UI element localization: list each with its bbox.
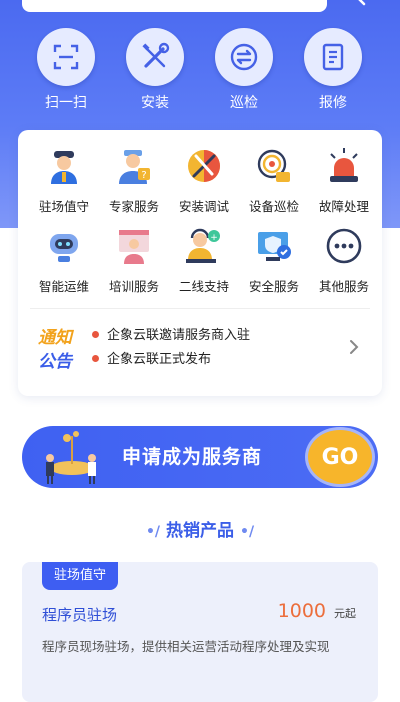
- chevron-right-icon[interactable]: [348, 338, 360, 356]
- service-label: 驻场值守: [38, 199, 89, 214]
- notice-text: 企象云联邀请服务商入驻: [107, 328, 251, 343]
- scan-icon: [37, 28, 95, 86]
- service-label: 专家服务: [108, 199, 159, 214]
- people-plant-illustration-icon: [46, 431, 96, 484]
- service-label: 二线支持: [178, 279, 229, 294]
- notice-title: 通知 公告: [38, 326, 82, 374]
- service-item-fault[interactable]: 故障处理: [308, 146, 380, 215]
- alarm-light-icon: [330, 148, 358, 182]
- training-icon: [119, 230, 149, 264]
- document-icon: [304, 28, 362, 86]
- product-description: 程序员现场驻场，提供相关运营活动程序处理及实现: [42, 639, 330, 654]
- notice-text: 企象云联正式发布: [107, 352, 212, 367]
- service-item-guard[interactable]: 驻场值守: [28, 146, 100, 215]
- notice-item[interactable]: 企象云联邀请服务商入驻: [92, 324, 250, 348]
- price-unit: 元起: [334, 607, 356, 620]
- apply-provider-label: 申请成为服务商: [122, 446, 263, 468]
- title-deco-right: •/: [240, 524, 255, 540]
- notice-title-line2: 公告: [38, 352, 72, 372]
- service-item-install-debug[interactable]: 安装调试: [168, 146, 240, 215]
- support-agent-icon: +: [186, 228, 220, 263]
- services-card: 驻场值守 ? 专家服务 安装调试 设备巡检 故障处理 智能运维 培训服务 + 二…: [18, 130, 382, 396]
- service-label: 安全服务: [248, 279, 299, 294]
- quick-action-label: 安装: [141, 95, 169, 111]
- hot-products-label: 热销产品: [166, 521, 234, 541]
- service-label: 安装调试: [178, 199, 229, 214]
- product-price: 1000 元起: [278, 600, 356, 622]
- service-item-smart-ops[interactable]: 智能运维: [28, 226, 100, 295]
- more-dots-icon: [326, 228, 362, 264]
- product-card[interactable]: 驻场值守 程序员驻场 1000 元起 程序员现场驻场，提供相关运营活动程序处理及实…: [22, 562, 378, 702]
- service-label: 智能运维: [38, 279, 89, 294]
- swap-arrows-icon: [215, 28, 273, 86]
- install-debug-icon: [188, 150, 220, 182]
- svg-text:?: ?: [141, 170, 146, 181]
- quick-action-inspect[interactable]: 巡检: [204, 28, 284, 112]
- quick-action-scan[interactable]: 扫一扫: [26, 28, 106, 112]
- product-name: 程序员驻场: [42, 606, 118, 624]
- price-value: 1000: [277, 600, 326, 622]
- service-item-other[interactable]: 其他服务: [308, 226, 380, 295]
- expert-icon: ?: [119, 150, 150, 184]
- quick-action-repair[interactable]: 报修: [293, 28, 373, 112]
- search-bar[interactable]: [22, 0, 327, 12]
- go-button[interactable]: GO: [308, 430, 372, 484]
- quick-action-label: 巡检: [230, 95, 258, 111]
- service-item-device-inspection[interactable]: 设备巡检: [238, 146, 310, 215]
- product-tag: 驻场值守: [42, 562, 119, 590]
- robot-icon: [50, 234, 78, 262]
- quick-action-label: 报修: [319, 95, 347, 111]
- svg-text:+: +: [210, 233, 218, 243]
- quick-action-label: 扫一扫: [45, 95, 87, 111]
- notice-title-line1: 通知: [38, 328, 72, 348]
- wrench-screwdriver-icon: [126, 28, 184, 86]
- divider: [30, 308, 370, 309]
- service-item-training[interactable]: 培训服务: [98, 226, 170, 295]
- service-label: 培训服务: [108, 279, 159, 294]
- service-label: 其他服务: [318, 279, 369, 294]
- hot-products-title: •/ 热销产品 •/: [0, 516, 400, 541]
- guard-icon: [51, 151, 77, 184]
- bullet-dot-icon: [92, 355, 99, 362]
- service-label: 设备巡检: [248, 199, 299, 214]
- bullet-dot-icon: [92, 331, 99, 338]
- security-monitor-icon: [258, 232, 291, 261]
- search-handle-icon[interactable]: [354, 0, 370, 6]
- service-item-second-line[interactable]: + 二线支持: [168, 226, 240, 295]
- notice-list: 企象云联邀请服务商入驻 企象云联正式发布: [92, 324, 250, 372]
- service-label: 故障处理: [318, 199, 369, 214]
- service-item-expert[interactable]: ? 专家服务: [98, 146, 170, 215]
- apply-provider-banner[interactable]: 申请成为服务商 GO: [22, 426, 378, 488]
- title-deco-left: •/: [145, 524, 160, 540]
- quick-actions: 扫一扫 安装 巡检 报修: [0, 28, 400, 118]
- quick-action-install[interactable]: 安装: [115, 28, 195, 112]
- service-item-security[interactable]: 安全服务: [238, 226, 310, 295]
- device-inspection-icon: [257, 149, 290, 182]
- notice-item[interactable]: 企象云联正式发布: [92, 348, 250, 372]
